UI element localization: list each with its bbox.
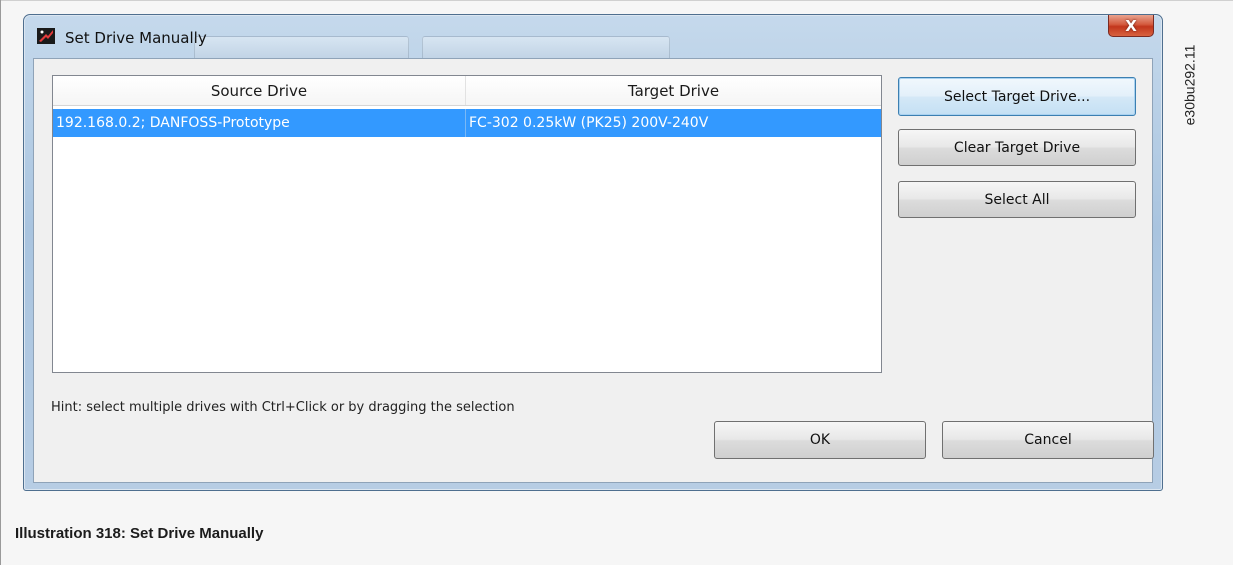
figure-code-text: e30bu292.11 <box>1181 44 1197 126</box>
select-all-button[interactable]: Select All <box>898 181 1136 218</box>
app-icon <box>37 28 55 44</box>
title-bar[interactable]: Set Drive Manually X <box>24 15 1162 62</box>
dialog-client-area: Source Drive Target Drive 192.168.0.2; D… <box>33 58 1154 483</box>
top-divider <box>1 0 1233 1</box>
column-header-source[interactable]: Source Drive <box>53 76 466 105</box>
cancel-button[interactable]: Cancel <box>942 421 1154 459</box>
document-frame: Set Drive Manually X Source Drive Target… <box>0 0 1233 565</box>
select-target-drive-button[interactable]: Select Target Drive... <box>898 77 1136 116</box>
figure-code: e30bu292.11 <box>1179 30 1199 140</box>
illustration-caption: Illustration 318: Set Drive Manually <box>15 525 264 542</box>
window-title: Set Drive Manually <box>65 29 207 47</box>
hint-text: Hint: select multiple drives with Ctrl+C… <box>51 400 515 415</box>
source-drive-cell: 192.168.0.2; DANFOSS-Prototype <box>53 109 466 137</box>
close-button[interactable]: X <box>1108 15 1154 37</box>
list-header: Source Drive Target Drive <box>53 76 881 106</box>
list-row[interactable]: 192.168.0.2; DANFOSS-Prototype FC-302 0.… <box>53 109 881 137</box>
set-drive-dialog: Set Drive Manually X Source Drive Target… <box>23 14 1163 491</box>
column-header-target[interactable]: Target Drive <box>466 76 881 105</box>
target-drive-cell: FC-302 0.25kW (PK25) 200V-240V <box>469 115 709 131</box>
ok-button[interactable]: OK <box>714 421 926 459</box>
close-icon: X <box>1125 16 1137 35</box>
clear-target-drive-button[interactable]: Clear Target Drive <box>898 129 1136 166</box>
drive-list[interactable]: Source Drive Target Drive 192.168.0.2; D… <box>52 75 882 373</box>
